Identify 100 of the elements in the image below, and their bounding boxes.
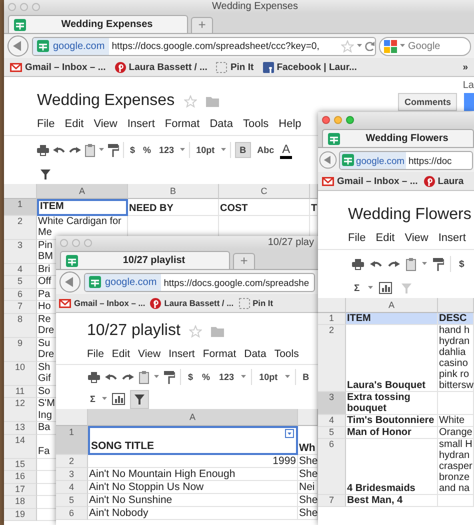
row-number[interactable]: 3 — [318, 392, 346, 415]
clipboard-icon[interactable] — [85, 144, 95, 156]
row-number[interactable]: 2 — [318, 325, 346, 392]
toolbar-button[interactable]: B — [300, 369, 312, 385]
row-number[interactable]: 1 — [4, 199, 37, 216]
window-control[interactable] — [322, 116, 330, 124]
caret-icon[interactable] — [284, 375, 290, 379]
row-number[interactable]: 6 — [318, 439, 346, 495]
site-identity-button[interactable]: google.com — [85, 274, 161, 290]
row-number[interactable]: 13 — [4, 422, 37, 434]
bookmark-link[interactable]: Facebook | Laur... — [262, 62, 357, 72]
highlighted-cell[interactable]: ITEM — [346, 313, 438, 325]
browser-tab[interactable]: 10/27 playlist — [60, 251, 230, 269]
caret-icon[interactable] — [102, 397, 108, 401]
row-number[interactable]: 1 — [56, 426, 88, 455]
row-number[interactable]: 8 — [4, 314, 37, 338]
row-number[interactable]: 3 — [56, 468, 88, 481]
redo-icon[interactable] — [122, 373, 134, 381]
address-field[interactable]: google.com https://docs.google.com/spreadsheet/ccc?key=0, — [32, 36, 376, 56]
star-icon[interactable] — [189, 324, 202, 338]
row-number[interactable]: 19 — [4, 508, 37, 521]
caret-icon[interactable] — [241, 375, 246, 379]
bookmark-link[interactable]: Pin It — [216, 62, 254, 72]
account-name[interactable]: La — [462, 80, 474, 91]
menu-item[interactable]: Data — [210, 118, 233, 130]
comments-button[interactable]: Comments — [398, 93, 457, 111]
filter-icon[interactable] — [40, 168, 51, 180]
row-number[interactable]: 9 — [4, 338, 37, 362]
search-input[interactable]: Google — [408, 40, 460, 52]
site-identity-button[interactable]: google.com — [33, 38, 109, 54]
dropdown-icon[interactable] — [285, 429, 294, 438]
highlighted-cell[interactable]: DESC — [438, 313, 474, 325]
row-number[interactable]: 4 — [4, 264, 37, 276]
caret-icon[interactable] — [180, 148, 186, 152]
back-button[interactable] — [7, 35, 29, 57]
redo-icon[interactable] — [388, 260, 400, 268]
bookmark-link[interactable]: Pin It — [238, 298, 274, 308]
toolbar-button[interactable]: $ — [457, 256, 466, 272]
text-color-button[interactable]: A — [280, 142, 292, 158]
row-number[interactable]: 1 — [318, 313, 346, 325]
caret-icon[interactable] — [422, 262, 427, 266]
print-icon[interactable] — [352, 258, 364, 270]
caret-icon[interactable] — [220, 148, 226, 152]
menu-item[interactable]: Insert — [168, 348, 195, 360]
row-number[interactable]: 7 — [4, 301, 37, 314]
folder-icon[interactable] — [211, 326, 224, 336]
back-button[interactable] — [319, 151, 337, 169]
caret-icon[interactable] — [368, 286, 373, 290]
reload-icon[interactable] — [365, 41, 375, 51]
row-number[interactable]: 11 — [4, 386, 37, 398]
caret-icon[interactable] — [154, 375, 159, 379]
paint-roller-icon[interactable] — [108, 144, 119, 156]
caret-icon[interactable] — [357, 44, 362, 48]
redo-icon[interactable] — [69, 146, 81, 154]
address-field[interactable]: google.com https://doc — [339, 150, 473, 170]
toolbar-button[interactable]: B — [234, 142, 252, 158]
print-icon[interactable] — [37, 144, 49, 156]
row-number[interactable]: 5 — [4, 276, 37, 288]
star-icon[interactable] — [184, 94, 197, 108]
chart-icon[interactable] — [378, 282, 392, 294]
column-header[interactable]: A — [346, 298, 438, 313]
filter-button[interactable] — [130, 390, 150, 408]
menu-item[interactable]: Insert — [127, 118, 155, 130]
chart-icon[interactable] — [112, 393, 126, 405]
row-number[interactable]: 4 — [56, 481, 88, 494]
column-header[interactable] — [310, 184, 318, 199]
menu-item[interactable]: Edit — [64, 118, 84, 130]
menu-item[interactable]: File — [37, 118, 55, 130]
menu-item[interactable]: Tools — [242, 118, 269, 130]
toolbar-button[interactable]: $ — [128, 142, 138, 158]
menu-item[interactable]: Insert — [438, 232, 466, 244]
clipboard-icon[interactable] — [139, 370, 149, 384]
undo-icon[interactable] — [370, 260, 382, 268]
row-number[interactable]: 5 — [56, 494, 88, 507]
column-header[interactable]: A — [37, 184, 128, 199]
new-tab-button[interactable]: + — [191, 17, 213, 33]
menu-item[interactable]: Tools — [274, 348, 299, 360]
menu-item[interactable]: Data — [244, 348, 266, 360]
column-header[interactable]: A — [88, 409, 298, 426]
address-field[interactable]: google.com https://docs.google.com/spreadshe — [84, 272, 315, 292]
corner-cell[interactable] — [318, 298, 346, 313]
selected-cell[interactable]: ITEM — [37, 199, 128, 216]
corner-cell[interactable] — [4, 184, 37, 199]
column-header[interactable] — [298, 409, 318, 426]
corner-cell[interactable] — [56, 409, 88, 426]
row-number[interactable]: 15 — [4, 458, 37, 471]
row-number[interactable]: 2 — [56, 455, 88, 468]
back-button[interactable] — [59, 271, 81, 293]
clipboard-icon[interactable] — [406, 258, 416, 270]
row-number[interactable]: 3 — [4, 240, 37, 264]
row-number[interactable]: 12 — [4, 398, 37, 422]
menu-item[interactable]: Edit — [376, 232, 395, 244]
toolbar-button[interactable]: Abc — [255, 142, 276, 158]
toolbar-button[interactable]: Σ — [352, 280, 362, 296]
menu-item[interactable]: Edit — [112, 348, 130, 360]
menu-item[interactable]: View — [138, 348, 161, 360]
paint-roller-icon[interactable] — [433, 258, 444, 270]
column-header[interactable]: C — [219, 184, 310, 199]
row-number[interactable]: 14 — [4, 434, 37, 458]
row-number[interactable]: 6 — [4, 288, 37, 301]
